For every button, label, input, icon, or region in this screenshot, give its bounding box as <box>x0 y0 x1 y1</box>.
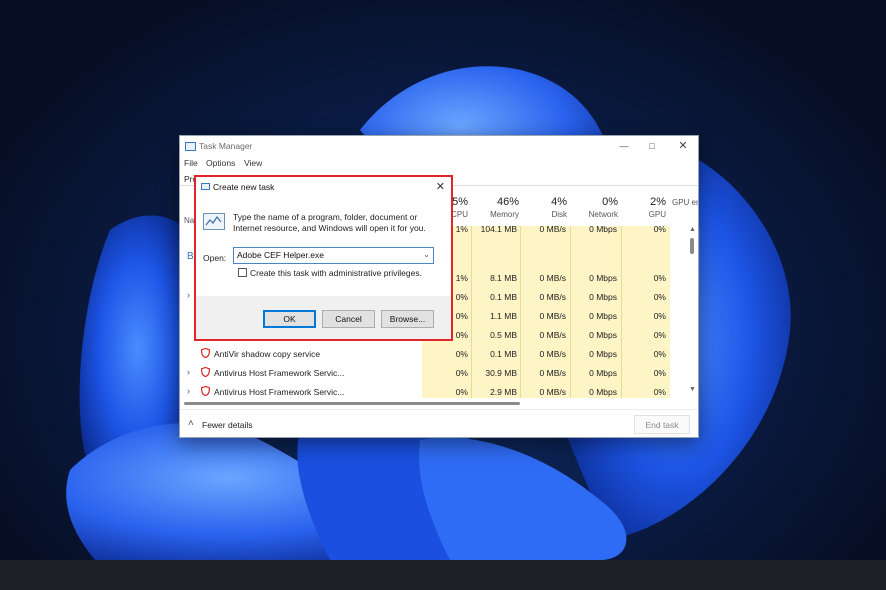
antivirus-shield-icon <box>201 386 210 396</box>
minimize-icon[interactable]: — <box>615 139 633 153</box>
menu-file[interactable]: File <box>184 158 198 168</box>
network-percent: 0% <box>602 196 618 208</box>
end-task-button[interactable]: End task <box>634 415 690 434</box>
process-name: AntiVir shadow copy service <box>214 349 321 359</box>
table-row[interactable]: › Antivirus Host Framework Servic... 0% 30.… <box>180 364 685 383</box>
cell-gpu: 0% <box>653 387 666 397</box>
gpu-engine-label: GPU en <box>672 198 699 207</box>
title-bar[interactable]: Task Manager — □ ✕ <box>180 136 698 156</box>
gpu-percent: 2% <box>650 196 666 208</box>
antivirus-shield-icon <box>201 348 210 358</box>
network-label: Network <box>588 210 618 219</box>
menu-options[interactable]: Options <box>206 158 235 168</box>
disk-column-header[interactable]: 4% Disk <box>520 196 567 219</box>
scroll-thumb[interactable] <box>690 238 694 254</box>
window-title: Task Manager <box>199 141 253 151</box>
gpu-label: GPU <box>648 210 666 219</box>
process-name: Antivirus Host Framework Servic... <box>214 368 345 378</box>
cell-gpu: 0% <box>653 292 666 302</box>
memory-label: Memory <box>490 210 519 219</box>
expand-chevron-icon[interactable]: › <box>187 367 190 377</box>
table-row[interactable]: AntiVir shadow copy service 0% 0.1 MB 0 MB/… <box>180 345 685 364</box>
cell-gpu: 0% <box>653 349 666 359</box>
network-column-header[interactable]: 0% Network <box>568 196 618 219</box>
footer-bar: ˄ Fewer details End task <box>180 409 698 437</box>
scroll-up-icon[interactable]: ▲ <box>689 226 696 233</box>
scroll-down-icon[interactable]: ▼ <box>689 386 696 393</box>
cell-gpu: 0% <box>653 273 666 283</box>
highlight-frame <box>194 175 453 341</box>
process-name: Antivirus Host Framework Servic... <box>214 387 345 397</box>
fewer-details-link[interactable]: Fewer details <box>202 420 253 430</box>
gpu-engine-column-header[interactable]: GPU en <box>672 196 699 207</box>
cell-gpu: 0% <box>653 330 666 340</box>
task-manager-app-icon <box>185 142 196 151</box>
gpu-column-header[interactable]: 2% GPU <box>620 196 666 219</box>
disk-percent: 4% <box>551 196 567 208</box>
cell-gpu: 0% <box>653 224 666 234</box>
memory-percent: 46% <box>496 196 519 208</box>
close-icon[interactable]: ✕ <box>674 139 692 153</box>
cell-gpu: 0% <box>653 311 666 321</box>
disk-label: Disk <box>551 210 567 219</box>
antivirus-shield-icon <box>201 367 210 377</box>
horizontal-scroll-thumb[interactable] <box>184 402 520 405</box>
chevron-up-icon[interactable]: ˄ <box>188 418 194 429</box>
menu-bar: File Options View <box>180 157 698 171</box>
memory-column-header[interactable]: 46% Memory <box>469 196 519 219</box>
horizontal-scrollbar[interactable] <box>184 400 684 406</box>
vertical-scrollbar[interactable]: ▲ ▼ <box>687 226 697 398</box>
menu-view[interactable]: View <box>244 158 262 168</box>
taskbar <box>0 560 886 590</box>
expand-chevron-icon[interactable]: › <box>187 386 190 396</box>
maximize-icon[interactable]: □ <box>643 139 661 153</box>
cell-gpu: 0% <box>653 368 666 378</box>
